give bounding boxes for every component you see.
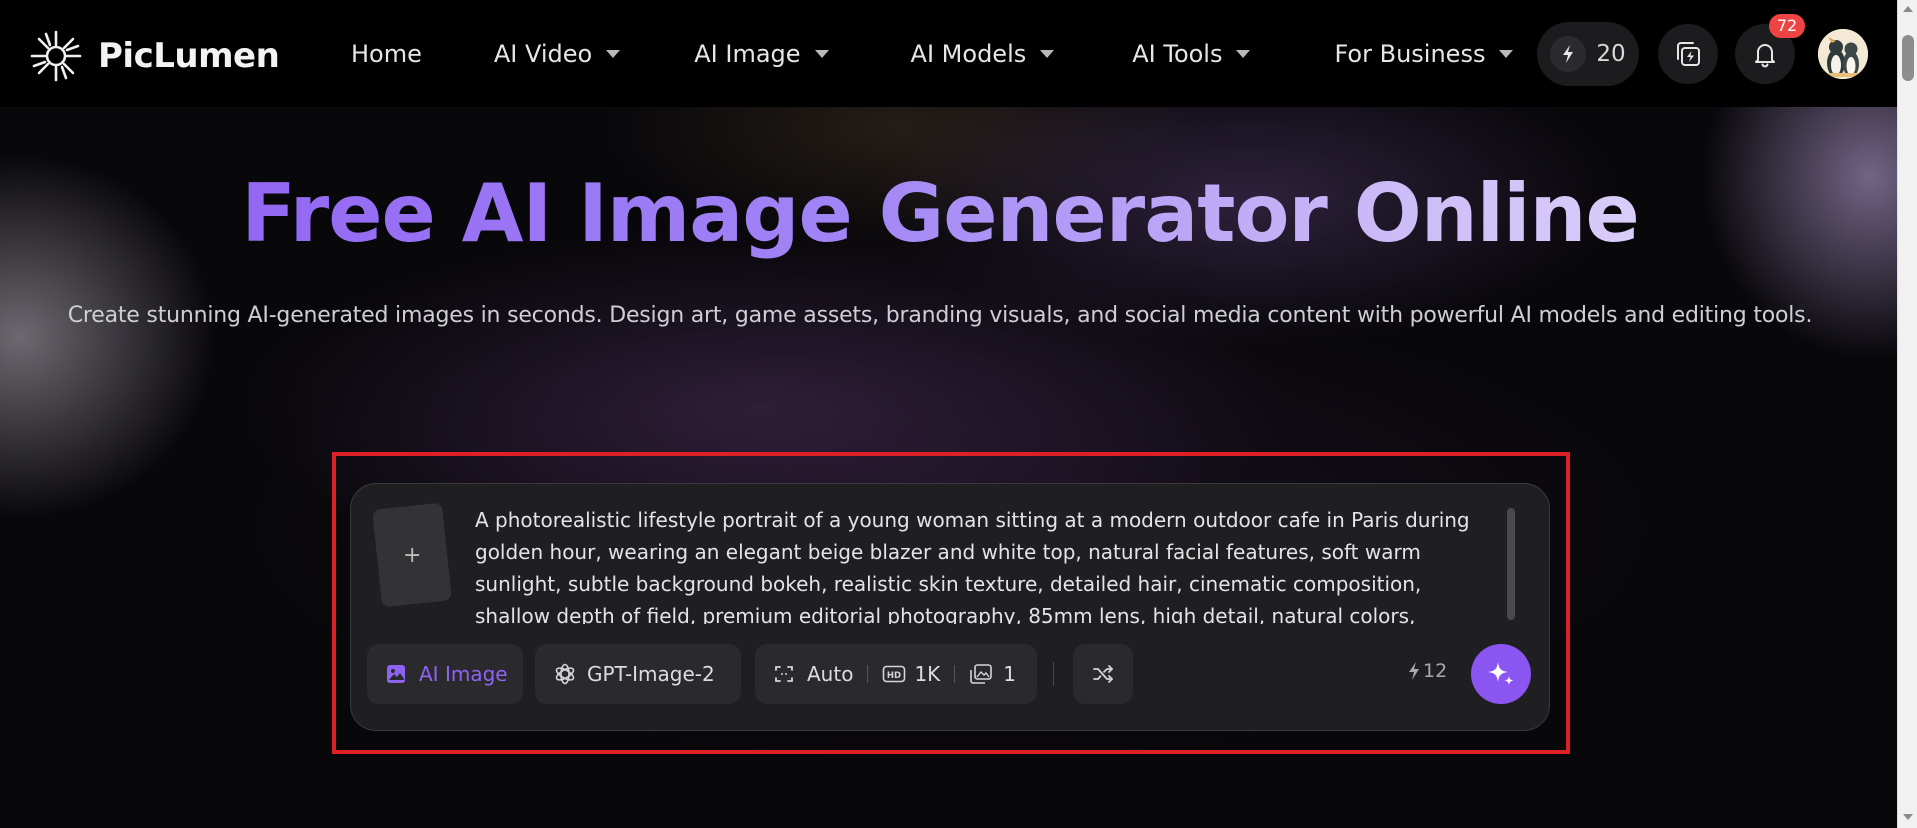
chevron-down-icon bbox=[1236, 49, 1251, 58]
prompt-input[interactable]: A photorealistic lifestyle portrait of a… bbox=[475, 504, 1485, 624]
random-prompt-button[interactable] bbox=[1073, 644, 1133, 704]
nav-ai-video[interactable]: AI Video bbox=[493, 39, 621, 68]
piclumen-logo-icon bbox=[30, 30, 82, 82]
page-subtitle: Create stunning AI-generated images in s… bbox=[67, 303, 1813, 328]
brand-logo[interactable]: PicLumen bbox=[28, 28, 280, 84]
chevron-down-icon bbox=[1499, 49, 1514, 58]
page-title: Free AI Image Generator Online bbox=[0, 167, 1880, 260]
nav-ai-image[interactable]: AI Image bbox=[694, 39, 829, 68]
nav-ai-models-label: AI Models bbox=[910, 39, 1027, 68]
lightning-icon bbox=[1550, 36, 1587, 72]
svg-text:HD: HD bbox=[887, 671, 901, 681]
aspect-ratio-icon bbox=[775, 666, 793, 682]
nav-ai-tools-label: AI Tools bbox=[1132, 39, 1223, 68]
chevron-down-icon bbox=[1040, 49, 1055, 58]
scroll-up-arrow-icon[interactable] bbox=[1903, 6, 1913, 12]
brand-name: PicLumen bbox=[98, 36, 280, 76]
avatar[interactable] bbox=[1818, 29, 1868, 79]
image-icon bbox=[387, 665, 405, 683]
prompt-scrollbar[interactable] bbox=[1507, 508, 1515, 620]
nav-ai-models[interactable]: AI Models bbox=[911, 40, 1055, 68]
nav-home[interactable]: Home bbox=[351, 40, 422, 68]
nav-ai-image-label: AI Image bbox=[694, 39, 801, 68]
cost-value: 12 bbox=[1423, 660, 1448, 682]
count-label: 1 bbox=[1003, 662, 1017, 686]
lightning-icon bbox=[1409, 662, 1419, 680]
nav-for-business-label: For Business bbox=[1334, 39, 1486, 68]
generation-cost: 12 bbox=[1407, 660, 1447, 682]
model-label: GPT-Image-2 bbox=[587, 662, 715, 686]
scroll-down-arrow-icon[interactable] bbox=[1903, 814, 1913, 820]
upload-image-button[interactable]: + bbox=[372, 502, 452, 608]
hero-section: Free AI Image Generator Online Create st… bbox=[0, 107, 1897, 828]
shuffle-icon bbox=[1093, 665, 1113, 683]
images-count-icon bbox=[970, 664, 993, 684]
aspect-label: Auto bbox=[807, 662, 854, 686]
chevron-down-icon bbox=[606, 49, 621, 58]
prompt-panel: + A photorealistic lifestyle portrait of… bbox=[350, 483, 1550, 731]
mode-label: AI Image bbox=[419, 662, 508, 686]
history-button[interactable] bbox=[1658, 24, 1718, 84]
user-avatar-icon bbox=[1818, 29, 1868, 79]
bell-icon bbox=[1755, 44, 1775, 68]
generate-button[interactable] bbox=[1471, 644, 1531, 704]
nav-ai-video-label: AI Video bbox=[493, 39, 593, 68]
image-stack-lightning-icon bbox=[1677, 42, 1700, 66]
page-scrollbar[interactable] bbox=[1897, 0, 1917, 828]
top-navbar: PicLumen Home AI Video AI Image AI Model… bbox=[0, 0, 1897, 107]
notification-badge: 72 bbox=[1769, 14, 1805, 38]
image-settings-selector[interactable]: Auto HD 1K 1 bbox=[755, 644, 1037, 704]
credits-count: 20 bbox=[1596, 41, 1626, 67]
nav-ai-tools[interactable]: AI Tools bbox=[1132, 39, 1251, 68]
divider bbox=[867, 665, 869, 683]
chevron-down-icon bbox=[814, 49, 829, 58]
divider bbox=[1053, 662, 1054, 686]
main-nav: Home AI Video AI Image AI Models AI Tool… bbox=[351, 0, 1514, 107]
plus-icon: + bbox=[402, 542, 422, 568]
scrollbar-thumb[interactable] bbox=[1902, 35, 1914, 81]
nav-home-label: Home bbox=[351, 39, 422, 68]
mode-selector[interactable]: AI Image bbox=[367, 644, 523, 704]
divider bbox=[954, 665, 956, 683]
sparkle-icon bbox=[1488, 662, 1514, 685]
hd-icon: HD bbox=[883, 665, 906, 683]
resolution-label: 1K bbox=[914, 662, 941, 686]
credits-button[interactable]: 20 bbox=[1537, 22, 1639, 86]
model-selector[interactable]: GPT-Image-2 bbox=[535, 644, 741, 704]
openai-logo-icon bbox=[555, 663, 575, 685]
nav-for-business[interactable]: For Business bbox=[1334, 39, 1514, 68]
